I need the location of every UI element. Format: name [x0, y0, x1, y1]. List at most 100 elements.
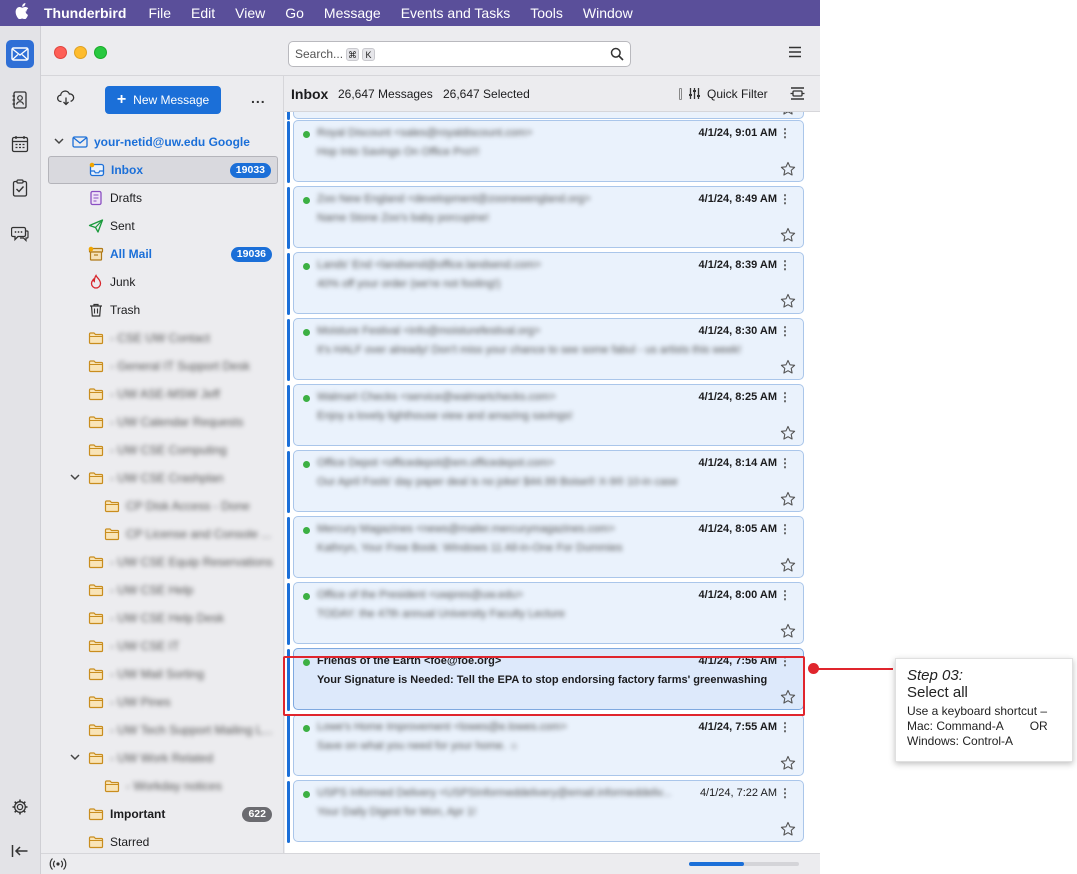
folder-item[interactable]: Inbox 19033 [48, 156, 278, 184]
folder-item[interactable]: Sent [48, 212, 278, 240]
unread-dot[interactable] [303, 263, 310, 270]
folder-item[interactable]: CP License and Console ... [48, 520, 278, 548]
folder-item[interactable]: Starred [48, 828, 278, 856]
account-row[interactable]: your-netid@uw.edu Google [48, 128, 278, 156]
folder-item[interactable]: Drafts [48, 184, 278, 212]
message-card[interactable]: Walmart Checks <service@walmartchecks.co… [287, 384, 804, 447]
folder-item[interactable]: - UW Work Related [48, 744, 278, 772]
app-name[interactable]: Thunderbird [44, 5, 126, 21]
star-icon[interactable] [780, 227, 796, 243]
star-icon[interactable] [780, 293, 796, 309]
star-icon[interactable] [780, 821, 796, 837]
unread-dot[interactable] [303, 329, 310, 336]
message-card[interactable]: Royal Discount <sales@royaldiscount.com>… [287, 120, 804, 183]
folder-item[interactable]: - UW Tech Support Mailing L... [48, 716, 278, 744]
menu-go[interactable]: Go [285, 5, 304, 21]
chevron-down-icon[interactable] [70, 753, 80, 764]
unread-dot[interactable] [303, 791, 310, 798]
folder-item[interactable]: - UW CSE Help Desk [48, 604, 278, 632]
more-options-icon[interactable]: ⋮ [779, 720, 791, 734]
unread-dot[interactable] [303, 659, 310, 666]
message-card[interactable]: Moisture Festival <info@moisturefestival… [287, 318, 804, 381]
settings-button[interactable] [6, 793, 34, 821]
star-icon[interactable] [780, 557, 796, 573]
more-options-icon[interactable]: ⋮ [779, 456, 791, 470]
address-book-button[interactable] [6, 86, 34, 114]
folder-item[interactable]: - CSE UW Contact [48, 324, 278, 352]
minimize-window-button[interactable] [74, 46, 87, 59]
star-icon[interactable] [780, 359, 796, 375]
more-options-icon[interactable]: ⋮ [779, 588, 791, 602]
new-message-button[interactable]: + New Message [105, 86, 221, 114]
chevron-down-icon[interactable] [54, 137, 64, 148]
folder-item[interactable]: - UW Pines [48, 688, 278, 716]
chat-button[interactable] [6, 220, 34, 248]
message-card[interactable]: Lands' End <landsend@office.landsend.com… [287, 252, 804, 315]
more-options-icon[interactable]: ⋮ [779, 522, 791, 536]
more-options-icon[interactable]: ⋮ [779, 786, 791, 800]
folder-item[interactable]: Trash [48, 296, 278, 324]
menu-message[interactable]: Message [324, 5, 381, 21]
menu-events-and-tasks[interactable]: Events and Tasks [401, 5, 510, 21]
folder-item[interactable]: - UW ASE-MSW Jeff [48, 380, 278, 408]
folder-item[interactable]: All Mail 19036 [48, 240, 278, 268]
folder-item[interactable]: - UW CSE Help [48, 576, 278, 604]
star-icon[interactable] [780, 425, 796, 441]
more-options-icon[interactable]: ⋮ [779, 324, 791, 338]
menu-file[interactable]: File [148, 5, 171, 21]
quick-filter-button[interactable]: Quick Filter [679, 87, 768, 101]
collapse-spaces-button[interactable] [6, 837, 34, 865]
star-icon[interactable] [780, 491, 796, 507]
maximize-window-button[interactable] [94, 46, 107, 59]
unread-dot[interactable] [303, 197, 310, 204]
star-icon[interactable] [780, 755, 796, 771]
folder-item[interactable]: - UW CSE Equip Reservations [48, 548, 278, 576]
get-messages-icon[interactable] [57, 90, 75, 106]
calendar-button[interactable] [6, 130, 34, 158]
more-options-icon[interactable]: ⋮ [779, 192, 791, 206]
folder-item[interactable]: - UW Mail Sorting [48, 660, 278, 688]
folder-item[interactable]: Junk [48, 268, 278, 296]
unread-dot[interactable] [303, 131, 310, 138]
menu-view[interactable]: View [235, 5, 265, 21]
close-window-button[interactable] [54, 46, 67, 59]
menu-edit[interactable]: Edit [191, 5, 215, 21]
message-card[interactable]: Lowe's Home Improvement <lowes@e.lowes.c… [287, 714, 804, 777]
unread-dot[interactable] [303, 461, 310, 468]
display-options-icon[interactable] [790, 86, 805, 101]
star-icon[interactable] [780, 112, 796, 116]
folder-item[interactable]: - UW CSE IT [48, 632, 278, 660]
message-card[interactable]: USPS Informed Delivery <USPSInformeddeli… [287, 780, 804, 843]
star-icon[interactable] [780, 623, 796, 639]
star-icon[interactable] [780, 689, 796, 705]
more-options-icon[interactable]: ⋮ [779, 390, 791, 404]
message-card[interactable]: Office Depot <officedepot@em.officedepot… [287, 450, 804, 513]
online-status-icon[interactable] [49, 857, 67, 871]
unread-dot[interactable] [303, 395, 310, 402]
folder-pane-more-button[interactable]: ... [251, 90, 266, 106]
message-card[interactable]: Zoo New England <development@zoonewengla… [287, 186, 804, 249]
tasks-button[interactable] [6, 174, 34, 202]
more-options-icon[interactable]: ⋮ [779, 126, 791, 140]
message-card[interactable]: Office of the President <uwpres@uw.edu> T… [287, 582, 804, 645]
unread-dot[interactable] [303, 527, 310, 534]
folder-item[interactable]: - General IT Support Desk [48, 352, 278, 380]
folder-item[interactable]: - UW Calendar Requests [48, 408, 278, 436]
folder-item[interactable]: CP Disk Access - Done [48, 492, 278, 520]
message-card[interactable]: Friends of the Earth <foe@foe.org> Your S… [287, 648, 804, 711]
apple-icon[interactable] [0, 2, 44, 24]
more-options-icon[interactable]: ⋮ [779, 258, 791, 272]
folder-item[interactable]: - UW CSE Computing [48, 436, 278, 464]
menu-window[interactable]: Window [583, 5, 633, 21]
search-icon[interactable] [610, 47, 624, 61]
mail-space-button[interactable] [6, 40, 34, 68]
search-input[interactable]: Search... ⌘ K [288, 41, 631, 67]
chevron-down-icon[interactable] [70, 473, 80, 484]
folder-item[interactable]: Important 622 [48, 800, 278, 828]
message-card[interactable]: Mercury Magazines <news@mailer.mercuryma… [287, 516, 804, 579]
more-options-icon[interactable]: ⋮ [779, 654, 791, 668]
folder-item[interactable]: - UW CSE Crashplan [48, 464, 278, 492]
unread-dot[interactable] [303, 593, 310, 600]
unread-dot[interactable] [303, 725, 310, 732]
menu-tools[interactable]: Tools [530, 5, 563, 21]
